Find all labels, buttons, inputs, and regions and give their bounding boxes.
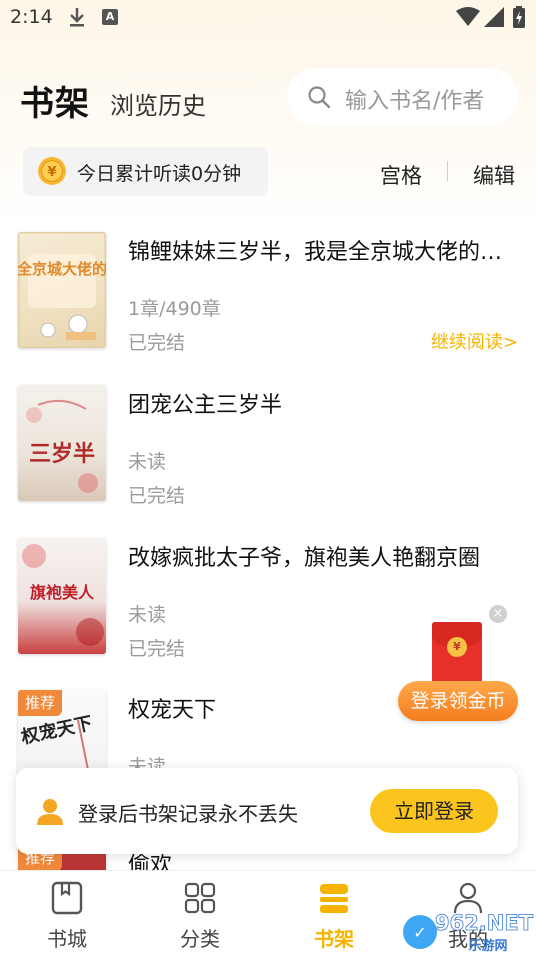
nav-label: 书城 — [47, 927, 87, 951]
nav-item-bookstore[interactable]: 书城 — [22, 871, 112, 954]
svg-text:乐游网: 乐游网 — [468, 938, 507, 954]
book-cover-art: 旗袍美人 — [22, 544, 104, 646]
login-get-coins-button[interactable]: 登录领金币 — [398, 681, 518, 721]
book-cover-art: 三岁半 — [26, 399, 98, 493]
book-cover[interactable]: 旗袍美人 — [18, 538, 106, 654]
svg-text:我是全京城大佬的团宠: 我是全京城大佬的团宠 — [18, 260, 106, 278]
coin-icon: ¥ — [38, 157, 66, 185]
book-status: 已完结 — [128, 485, 186, 507]
page-title[interactable]: 书架 — [20, 76, 90, 125]
login-banner: 登录后书架记录永不丢失 立即登录 — [16, 768, 518, 854]
status-time: 2:14 — [10, 6, 53, 28]
toolbar-divider — [447, 161, 448, 181]
continue-reading-link[interactable]: 继续阅读> — [431, 328, 518, 354]
red-packet-icon[interactable]: ¥ — [432, 622, 482, 686]
promo-close-button[interactable]: × — [489, 605, 507, 623]
notification-a-icon: A — [102, 9, 118, 25]
red-packet-coin-icon: ¥ — [447, 637, 467, 657]
wifi-icon — [456, 7, 480, 26]
svg-text:962.NET: 962.NET — [435, 911, 534, 935]
book-cover-art: 我是全京城大佬的团宠 — [18, 232, 106, 348]
search-input[interactable]: 输入书名/作者 — [287, 68, 518, 126]
book-item[interactable]: 三岁半 团宠公主三岁半 未读 已完结 — [0, 385, 536, 525]
svg-text:旗袍美人: 旗袍美人 — [30, 583, 95, 602]
recommend-tag: 推荐 — [18, 690, 62, 716]
svg-text:¥: ¥ — [47, 165, 56, 180]
bookshelf-icon — [320, 884, 348, 913]
nav-label: 分类 — [180, 927, 220, 951]
search-icon — [308, 86, 331, 109]
status-bar: 2:14 A — [0, 0, 536, 36]
today-listen-reading-pill[interactable]: ¥ 今日累计听读0分钟 — [23, 147, 268, 196]
book-title[interactable]: 锦鲤妹妹三岁半，我是全京城大佬的… — [128, 234, 518, 266]
nav-item-category[interactable]: 分类 — [155, 871, 245, 954]
grid-view-button[interactable]: 宫格 — [380, 160, 422, 190]
book-progress: 未读 — [128, 451, 167, 473]
book-title[interactable]: 改嫁疯批太子爷，旗袍美人艳翻京圈 — [128, 540, 518, 572]
book-cover[interactable]: 我是全京城大佬的团宠 — [18, 232, 106, 348]
book-item[interactable]: 我是全京城大佬的团宠 锦鲤妹妹三岁半，我是全京城大佬的… 1章/490章 已完结… — [0, 232, 536, 372]
book-status: 已完结 — [128, 638, 186, 660]
nav-item-bookshelf[interactable]: 书架 — [289, 871, 379, 954]
book-status: 已完结 — [128, 332, 186, 354]
book-progress: 1章/490章 — [128, 298, 221, 320]
site-watermark-logo: ✓ 962.NET 乐游网 — [403, 911, 534, 954]
login-now-button[interactable]: 立即登录 — [370, 789, 498, 833]
book-progress: 未读 — [128, 604, 167, 626]
category-icon — [184, 882, 216, 914]
login-banner-text: 登录后书架记录永不丢失 — [78, 802, 298, 826]
search-placeholder: 输入书名/作者 — [345, 89, 485, 114]
user-icon — [37, 799, 63, 825]
download-icon — [70, 8, 84, 27]
edit-button[interactable]: 编辑 — [473, 160, 515, 190]
nav-label: 书架 — [314, 927, 354, 951]
bookstore-icon — [51, 881, 83, 915]
battery-icon — [513, 6, 525, 28]
today-listen-reading-text: 今日累计听读0分钟 — [77, 163, 242, 185]
svg-text:✓: ✓ — [413, 923, 426, 942]
book-cover[interactable]: 三岁半 — [18, 385, 106, 501]
tab-browse-history[interactable]: 浏览历史 — [110, 86, 206, 121]
signal-icon — [484, 7, 504, 27]
svg-text:三岁半: 三岁半 — [29, 441, 95, 467]
book-title[interactable]: 团宠公主三岁半 — [128, 387, 518, 419]
